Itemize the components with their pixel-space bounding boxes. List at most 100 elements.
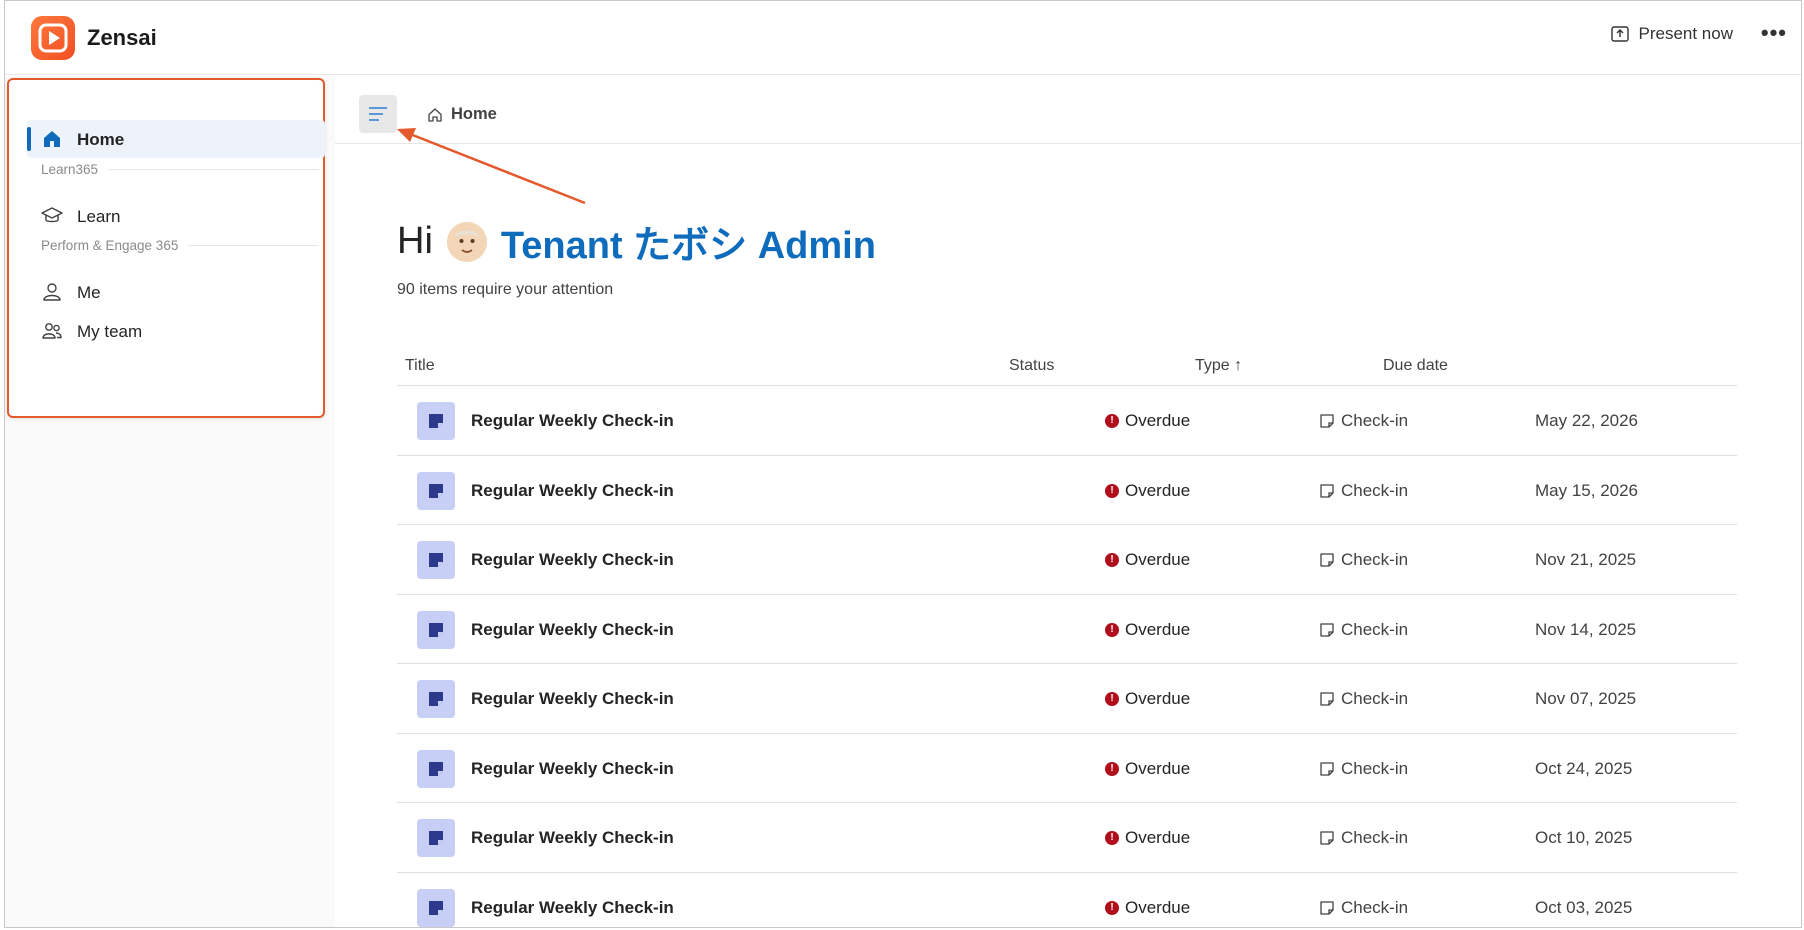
table-row[interactable]: Regular Weekly Check-in! Overdue Check-in N… — [397, 595, 1737, 664]
row-status: ! Overdue — [1105, 898, 1190, 918]
row-type-label: Check-in — [1341, 897, 1409, 917]
row-title[interactable]: Regular Weekly Check-in — [471, 550, 674, 570]
row-type: Check-in — [1319, 828, 1408, 848]
breadcrumb[interactable]: Home — [427, 105, 497, 124]
row-type-label: Check-in — [1341, 828, 1409, 847]
divider — [188, 245, 319, 246]
app-window: Zensai Present now ••• Home Learn365 Lea… — [4, 0, 1802, 928]
row-status: ! Overdue — [1105, 550, 1190, 570]
people-team-icon — [42, 323, 62, 339]
row-type: Check-in — [1319, 550, 1408, 570]
check-in-document-icon — [417, 819, 455, 857]
row-type-label: Check-in — [1341, 411, 1409, 430]
row-due-date: Oct 24, 2025 — [1535, 758, 1633, 778]
row-type: Check-in — [1319, 620, 1408, 640]
check-in-document-icon — [417, 471, 455, 510]
table-row[interactable]: Regular Weekly Check-in! Overdue Check-in M… — [397, 386, 1737, 456]
column-header-title[interactable]: Title — [405, 357, 435, 375]
home-outline-icon — [428, 107, 442, 122]
section-label-perform-engage: Perform & Engage 365 — [41, 238, 319, 253]
row-type-label: Check-in — [1341, 550, 1409, 569]
row-title[interactable]: Regular Weekly Check-in — [471, 898, 674, 918]
sidebar-item-home[interactable]: Home — [27, 120, 325, 158]
toggle-navigation-button[interactable] — [359, 95, 397, 133]
sidebar-item-me[interactable]: Me — [27, 273, 325, 311]
sidebar-item-learn[interactable]: Learn — [27, 197, 325, 235]
person-icon — [43, 283, 61, 301]
row-due-date: Nov 07, 2025 — [1535, 689, 1637, 708]
row-type-label: Check-in — [1341, 480, 1409, 500]
row-status: ! Overdue — [1105, 689, 1190, 709]
check-in-document-icon — [417, 749, 455, 788]
avatar — [446, 221, 487, 262]
sidebar-item-my-team[interactable]: My team — [27, 312, 325, 350]
table-body: Regular Weekly Check-in! Overdue Check-in M… — [397, 386, 1737, 928]
row-status-label: Overdue — [1125, 828, 1191, 847]
sidebar-item-label: Me — [77, 283, 101, 302]
greeting-hi: Hi — [397, 220, 433, 262]
row-title[interactable]: Regular Weekly Check-in — [471, 620, 674, 640]
row-title[interactable]: Regular Weekly Check-in — [471, 689, 674, 709]
row-due-date: Nov 21, 2025 — [1535, 550, 1637, 569]
sidebar-nav-highlight: Home Learn365 Learn Perform & Engage 365 — [7, 78, 325, 418]
attention-table: Title Status Type ↑ Due date Regular Wee… — [397, 341, 1737, 928]
row-type: Check-in — [1319, 759, 1408, 779]
column-header-type[interactable]: Type ↑ — [1195, 357, 1242, 375]
row-title[interactable]: Regular Weekly Check-in — [471, 411, 674, 431]
page-title: Hi Tenant たボシ Admin — [397, 214, 876, 269]
row-due-date: Nov 14, 2025 — [1535, 619, 1637, 639]
top-bar: Zensai Present now ••• — [5, 1, 1801, 75]
row-type: Check-in — [1319, 481, 1408, 501]
table-row[interactable]: Regular Weekly Check-in ! Overdue Check-in O… — [397, 734, 1737, 803]
row-type-label: Check-in — [1341, 619, 1409, 639]
note-icon — [1320, 414, 1334, 428]
row-due-date: Oct 03, 2025 — [1535, 897, 1633, 917]
row-status: ! Overdue — [1105, 411, 1190, 431]
row-status-label: Overdue — [1125, 758, 1191, 778]
check-in-document-icon — [417, 888, 455, 927]
row-status: ! Overdue — [1105, 759, 1190, 779]
overdue-status-icon: ! — [1105, 900, 1119, 915]
check-in-document-icon — [417, 541, 455, 579]
note-icon — [1320, 622, 1334, 637]
row-status-label: Overdue — [1125, 689, 1191, 708]
note-icon — [1320, 553, 1334, 567]
overdue-status-icon: ! — [1105, 414, 1119, 428]
overdue-status-icon: ! — [1105, 483, 1119, 498]
hamburger-menu-icon — [369, 107, 387, 121]
row-title[interactable]: Regular Weekly Check-in — [471, 759, 674, 779]
section-label-text: Learn365 — [41, 162, 99, 177]
column-header-due-date[interactable]: Due date — [1383, 357, 1448, 375]
table-row[interactable]: Regular Weekly Check-in ! Overdue Check-in N… — [397, 525, 1737, 595]
row-type-label: Check-in — [1341, 689, 1409, 708]
sidebar: Home Learn365 Learn Perform & Engage 365 — [5, 76, 335, 927]
column-header-status[interactable]: Status — [1009, 357, 1054, 375]
note-icon — [1320, 831, 1334, 845]
sidebar-item-label: My team — [77, 322, 143, 341]
sidebar-item-label: Home — [77, 130, 125, 149]
breadcrumb-bar: Home — [335, 76, 1801, 144]
row-status-label: Overdue — [1125, 619, 1191, 639]
user-name: Tenant たボシ Admin — [500, 225, 876, 267]
sidebar-item-label: Learn — [77, 207, 121, 226]
table-row[interactable]: Regular Weekly Check-in ! Overdue Check-in N… — [397, 664, 1737, 734]
row-title[interactable]: Regular Weekly Check-in — [471, 828, 674, 848]
table-row[interactable]: Regular Weekly Check-in! Overdue Check-in M… — [397, 456, 1737, 525]
row-title[interactable]: Regular Weekly Check-in — [471, 481, 674, 501]
active-indicator — [27, 127, 31, 151]
row-status: ! Overdue — [1105, 828, 1190, 848]
table-row[interactable]: Regular Weekly Check-in! Overdue Check-in O… — [397, 803, 1737, 873]
check-in-document-icon — [417, 680, 455, 718]
table-row[interactable]: Regular Weekly Check-in ! Overdue Check-in O… — [397, 873, 1737, 928]
graduation-cap-icon — [41, 207, 63, 223]
present-now-label: Present now — [1638, 24, 1734, 43]
home-icon — [44, 131, 60, 147]
row-status-label: Overdue — [1125, 550, 1191, 569]
overdue-status-icon: ! — [1105, 622, 1119, 637]
present-now-button[interactable]: Present now — [1610, 24, 1734, 44]
row-status-label: Overdue — [1125, 480, 1191, 500]
more-options-icon[interactable]: ••• — [1761, 22, 1787, 44]
main-content: Home Hi Tenant たボシ Admin 90 items requir… — [335, 76, 1801, 927]
row-due-date: Oct 10, 2025 — [1535, 828, 1633, 847]
overdue-status-icon: ! — [1105, 831, 1119, 845]
